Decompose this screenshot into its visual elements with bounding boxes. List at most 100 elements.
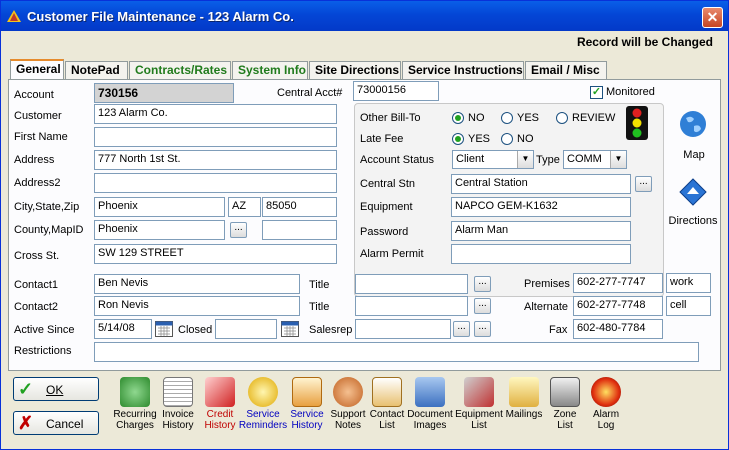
- alarm-permit-input[interactable]: [451, 244, 631, 264]
- zip-input[interactable]: 85050: [262, 197, 337, 217]
- directions-label[interactable]: Directions: [666, 215, 720, 227]
- folder-image-icon: [415, 377, 445, 407]
- tab-general[interactable]: General: [10, 59, 64, 80]
- directions-icon[interactable]: [678, 177, 708, 207]
- city-state-zip-label: City,State,Zip: [14, 201, 80, 213]
- tab-service-instructions[interactable]: Service Instructions: [402, 61, 524, 79]
- alternate-type-input[interactable]: cell: [666, 296, 711, 316]
- traffic-light-icon: [626, 106, 648, 140]
- late-fee-yes-label: YES: [468, 133, 491, 145]
- monitored-checkbox[interactable]: ✓: [590, 86, 603, 99]
- account-status-select[interactable]: Client ▼: [452, 150, 534, 169]
- contact2-input[interactable]: Ron Nevis: [94, 296, 300, 316]
- central-acct-label: Central Acct#: [277, 87, 343, 99]
- cross-st-input[interactable]: SW 129 STREET: [94, 244, 337, 264]
- alternate-phone-input[interactable]: 602-277-7748: [573, 296, 663, 316]
- title1-lookup-button[interactable]: ...: [474, 276, 491, 292]
- tab-contracts-rates[interactable]: Contracts/Rates: [129, 61, 231, 79]
- fax-input[interactable]: 602-480-7784: [573, 319, 663, 339]
- support-notes-button[interactable]: Support Notes: [327, 377, 369, 431]
- premises-phone-input[interactable]: 602-277-7747: [573, 273, 663, 293]
- service-history-button[interactable]: Service History: [287, 377, 327, 431]
- contact-list-button[interactable]: Contact List: [369, 377, 405, 431]
- recurring-charges-button[interactable]: Recurring Charges: [112, 377, 158, 431]
- calendar-icon[interactable]: [155, 321, 173, 337]
- tools-icon: [464, 377, 494, 407]
- title2-input[interactable]: [355, 296, 468, 316]
- other-billto-label: Other Bill-To: [360, 112, 421, 124]
- billto-yes-radio[interactable]: [501, 112, 513, 124]
- address-input[interactable]: 777 North 1st St.: [94, 150, 337, 170]
- address2-label: Address2: [14, 177, 61, 189]
- billto-review-radio[interactable]: [556, 112, 568, 124]
- county-lookup-button[interactable]: ...: [230, 222, 247, 238]
- keypad-icon: [550, 377, 580, 407]
- account-input[interactable]: 730156: [94, 83, 234, 103]
- billto-yes-label: YES: [517, 112, 540, 124]
- ok-button[interactable]: ✓ OK: [13, 377, 99, 401]
- central-acct-input[interactable]: 73000156: [353, 81, 439, 101]
- restrictions-label: Restrictions: [14, 345, 72, 357]
- tab-email-misc[interactable]: Email / Misc: [525, 61, 607, 79]
- address2-input[interactable]: [94, 173, 337, 193]
- equipment-list-button[interactable]: Equipment List: [454, 377, 504, 431]
- envelope-icon: [509, 377, 539, 407]
- document-images-button[interactable]: Document Images: [406, 377, 454, 431]
- x-icon: ✗: [18, 413, 34, 433]
- map-globe-icon[interactable]: [678, 109, 708, 139]
- state-input[interactable]: AZ: [228, 197, 261, 217]
- mailings-button[interactable]: Mailings: [504, 377, 544, 420]
- chevron-down-icon[interactable]: ▼: [610, 151, 626, 168]
- late-fee-yes-radio[interactable]: [452, 133, 464, 145]
- password-input[interactable]: Alarm Man: [451, 221, 631, 241]
- zone-list-button[interactable]: Zone List: [545, 377, 585, 431]
- contact1-input[interactable]: Ben Nevis: [94, 274, 300, 294]
- first-name-label: First Name: [14, 131, 68, 143]
- premises-type-input[interactable]: work: [666, 273, 711, 293]
- late-fee-no-radio[interactable]: [501, 133, 513, 145]
- credit-history-button[interactable]: Credit History: [200, 377, 240, 431]
- recycle-icon: [120, 377, 150, 407]
- county-input[interactable]: Phoenix: [94, 220, 225, 240]
- invoice-icon: [163, 377, 193, 407]
- title-bar[interactable]: Customer File Maintenance - 123 Alarm Co…: [1, 1, 728, 31]
- first-name-input[interactable]: [94, 127, 337, 147]
- title1-input[interactable]: [355, 274, 468, 294]
- central-stn-lookup-button[interactable]: ...: [635, 176, 652, 192]
- late-fee-label: Late Fee: [360, 133, 404, 145]
- chevron-down-icon[interactable]: ▼: [517, 151, 533, 168]
- title2-lookup-button[interactable]: ...: [474, 298, 491, 314]
- close-button[interactable]: ✕: [702, 7, 723, 28]
- restrictions-input[interactable]: [94, 342, 699, 362]
- app-icon: [7, 10, 21, 22]
- county-mapid-label: County,MapID: [14, 224, 84, 236]
- book-icon: [372, 377, 402, 407]
- window: Customer File Maintenance - 123 Alarm Co…: [0, 0, 729, 450]
- closed-input[interactable]: [215, 319, 277, 339]
- premises-label: Premises: [524, 278, 570, 290]
- customer-input[interactable]: 123 Alarm Co.: [94, 104, 337, 124]
- equipment-label: Equipment: [360, 201, 413, 213]
- salesrep-input[interactable]: [355, 319, 451, 339]
- salesrep-lookup2-button[interactable]: ...: [474, 321, 491, 337]
- service-reminders-button[interactable]: Service Reminders: [238, 377, 288, 431]
- tab-system-info[interactable]: System Info: [232, 61, 308, 79]
- central-stn-input[interactable]: Central Station: [451, 174, 631, 194]
- active-since-input[interactable]: 5/14/08: [94, 319, 152, 339]
- billto-review-label: REVIEW: [572, 112, 616, 124]
- salesrep-lookup-button[interactable]: ...: [453, 321, 470, 337]
- tab-notepad[interactable]: NotePad: [65, 61, 128, 79]
- tab-site-directions[interactable]: Site Directions: [309, 61, 401, 79]
- city-input[interactable]: Phoenix: [94, 197, 225, 217]
- invoice-history-button[interactable]: Invoice History: [158, 377, 198, 431]
- mapid-input[interactable]: [262, 220, 337, 240]
- calendar-icon[interactable]: [281, 321, 299, 337]
- type-select[interactable]: COMM ▼: [563, 150, 627, 169]
- billto-no-radio[interactable]: [452, 112, 464, 124]
- alarm-log-button[interactable]: Alarm Log: [586, 377, 626, 431]
- equipment-input[interactable]: NAPCO GEM-K1632: [451, 197, 631, 217]
- map-label[interactable]: Map: [672, 149, 716, 161]
- alarm-clock-icon: [248, 377, 278, 407]
- cancel-button[interactable]: ✗ Cancel: [13, 411, 99, 435]
- account-label: Account: [14, 89, 54, 101]
